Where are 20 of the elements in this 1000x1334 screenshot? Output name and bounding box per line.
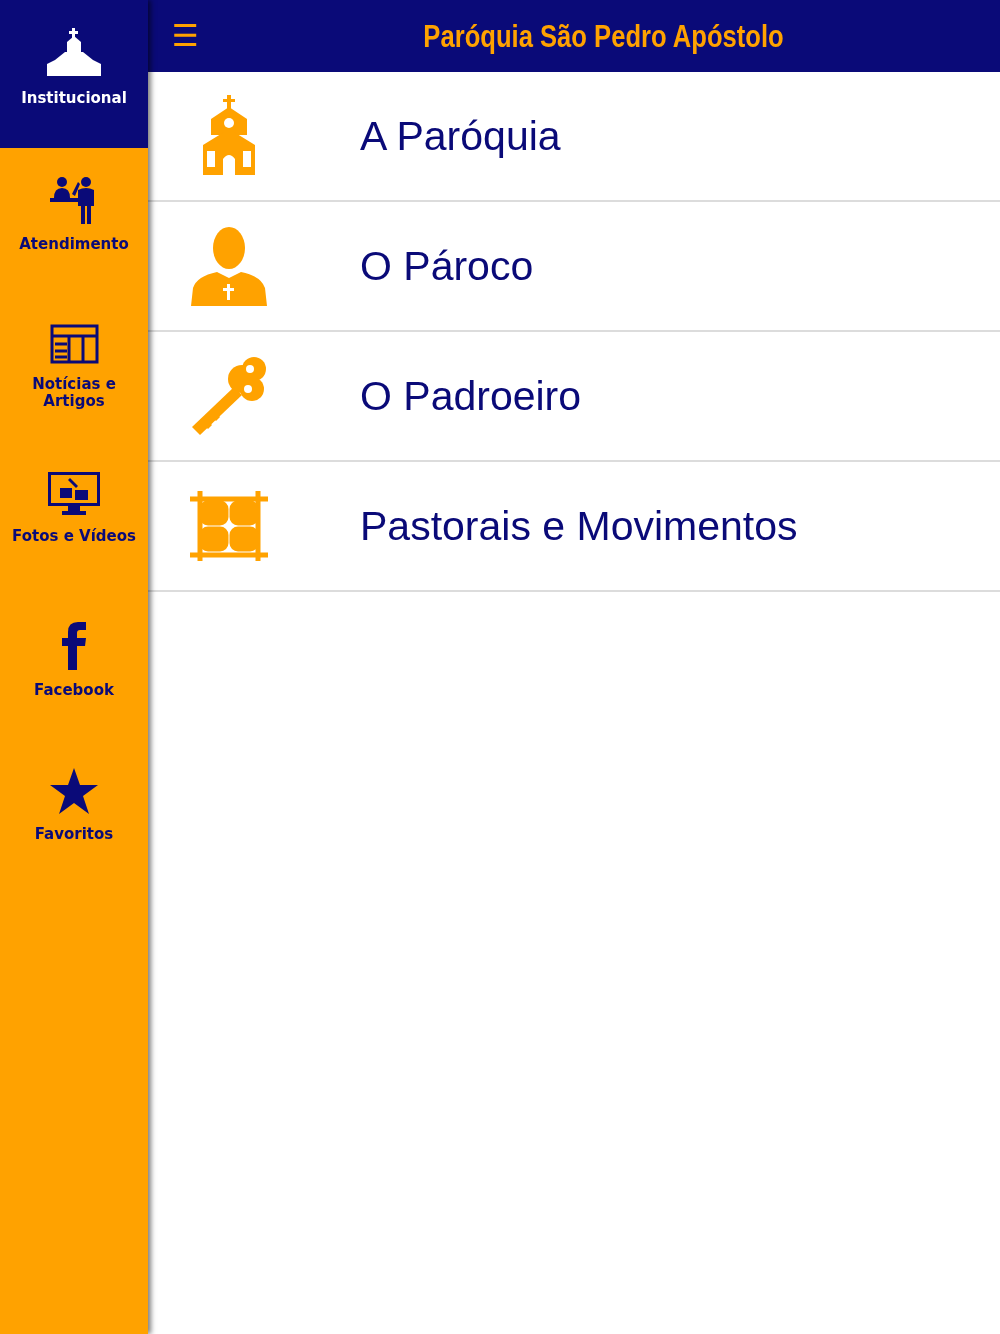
monitor-icon (48, 472, 100, 516)
facebook-icon (60, 620, 88, 670)
key-icon (190, 355, 268, 437)
sidebar-item[interactable]: Institucional (0, 0, 148, 148)
church-icon (201, 95, 257, 177)
newspaper-icon (49, 324, 99, 364)
star-icon (50, 768, 98, 814)
menu-item[interactable]: Pastorais e Movimentos (148, 462, 1000, 592)
sidebar-item[interactable]: Facebook (0, 592, 148, 740)
menu-item[interactable]: A Paróquia (148, 72, 1000, 202)
sidebar-item[interactable]: Favoritos (0, 740, 148, 888)
menu-item[interactable]: O Pároco (148, 202, 1000, 332)
sidebar-item[interactable]: Notícias e Artigos (0, 296, 148, 444)
church-icon (47, 28, 101, 78)
menu-button[interactable]: ☰ (172, 21, 199, 51)
priest-icon (191, 226, 267, 306)
sidebar-item[interactable]: Fotos e Vídeos (0, 444, 148, 592)
app-title: Paróquia São Pedro Apóstolo (422, 17, 785, 55)
menu-item[interactable]: O Padroeiro (148, 332, 1000, 462)
sidebar-item[interactable]: Atendimento (0, 148, 148, 296)
